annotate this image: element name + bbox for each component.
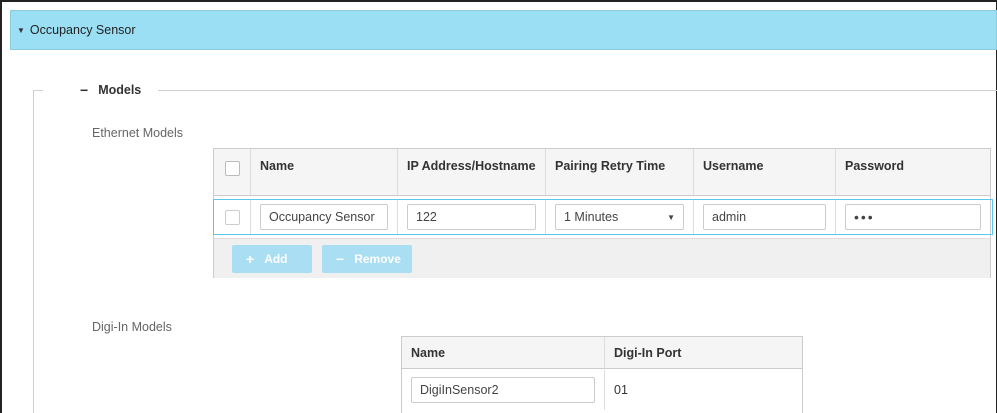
- column-header-digi-in-port[interactable]: Digi-In Port: [605, 337, 802, 368]
- digi-name-input[interactable]: DigiInSensor2: [411, 377, 595, 403]
- table-row[interactable]: DigiInSensor2 01: [402, 370, 802, 410]
- fieldset-border: [33, 90, 43, 91]
- digi-in-models-grid: Name Digi-In Port DigiInSensor2 01: [401, 336, 803, 413]
- table-row[interactable]: Occupancy Sensor 122 1 Minutes ▼ admin •…: [213, 199, 993, 235]
- plus-icon: +: [246, 250, 255, 267]
- panel-title: Occupancy Sensor: [29, 23, 136, 37]
- minus-icon: −: [336, 250, 345, 267]
- row-checkbox[interactable]: [224, 209, 240, 225]
- add-button-label: Add: [264, 251, 288, 266]
- caret-down-icon: ▼: [17, 25, 25, 35]
- column-header-name[interactable]: Name: [251, 149, 398, 195]
- column-header-password[interactable]: Password: [836, 149, 990, 195]
- digi-name-cell: DigiInSensor2: [402, 370, 605, 410]
- ip-input[interactable]: 122: [407, 204, 536, 230]
- username-input[interactable]: admin: [703, 204, 826, 230]
- ethernet-models-label: Ethernet Models: [92, 126, 184, 140]
- column-header-ip[interactable]: IP Address/Hostname: [398, 149, 546, 195]
- ethernet-models-grid: Name IP Address/Hostname Pairing Retry T…: [213, 148, 993, 278]
- name-cell: Occupancy Sensor: [251, 200, 398, 234]
- password-input[interactable]: •••: [845, 204, 981, 230]
- select-all-checkbox[interactable]: [224, 161, 240, 176]
- ip-cell: 122: [398, 200, 546, 234]
- collapse-icon: −: [80, 82, 89, 98]
- select-all-cell: [214, 149, 251, 195]
- digi-port-cell: 01: [614, 383, 628, 397]
- models-legend: Models: [98, 83, 142, 97]
- digi-in-models-label: Digi-In Models: [92, 320, 172, 334]
- fieldset-border: [158, 90, 997, 91]
- column-header-username[interactable]: Username: [694, 149, 836, 195]
- grid-toolbar: + Add − Remove: [214, 238, 990, 278]
- grid-header-row: Name IP Address/Hostname Pairing Retry T…: [214, 149, 990, 196]
- name-input[interactable]: Occupancy Sensor: [260, 204, 388, 230]
- column-header-retry[interactable]: Pairing Retry Time: [546, 149, 694, 195]
- retry-time-select[interactable]: 1 Minutes ▼: [555, 204, 684, 230]
- models-toggle[interactable]: − Models: [80, 82, 141, 98]
- remove-button[interactable]: − Remove: [322, 244, 412, 273]
- fieldset-border: [33, 90, 34, 413]
- row-select-cell: [214, 200, 251, 234]
- column-header-name[interactable]: Name: [402, 337, 605, 368]
- retry-cell: 1 Minutes ▼: [546, 200, 694, 234]
- username-cell: admin: [694, 200, 836, 234]
- password-cell: •••: [836, 200, 990, 234]
- grid-header-row: Name Digi-In Port: [402, 337, 802, 369]
- chevron-down-icon: ▼: [667, 212, 675, 222]
- retry-time-value: 1 Minutes: [564, 210, 619, 224]
- occupancy-sensor-panel-header[interactable]: ▼ Occupancy Sensor: [10, 10, 997, 50]
- remove-button-label: Remove: [354, 251, 401, 266]
- add-button[interactable]: + Add: [232, 244, 312, 273]
